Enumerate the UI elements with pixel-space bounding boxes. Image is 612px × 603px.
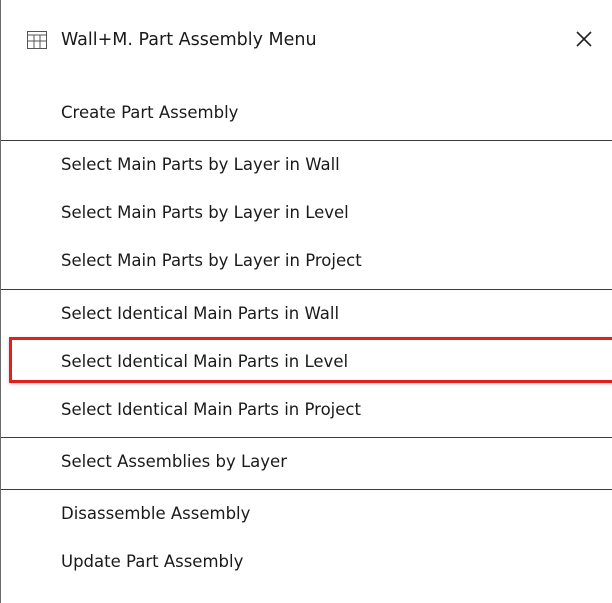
assembly-menu-window: Wall+M. Part Assembly Menu Create Part A… [0, 0, 612, 603]
menu-divider [1, 489, 612, 490]
menu-divider [1, 437, 612, 438]
menu-item-select-main-parts-layer-wall[interactable]: Select Main Parts by Layer in Wall [1, 148, 612, 182]
menu-divider [1, 289, 612, 290]
menu-item-select-identical-main-parts-project[interactable]: Select Identical Main Parts in Project [1, 393, 612, 427]
menu-item-label: Select Main Parts by Layer in Wall [61, 155, 340, 174]
title-bar: Wall+M. Part Assembly Menu [1, 0, 612, 86]
menu-divider [1, 140, 612, 141]
menu-item-label: Create Part Assembly [61, 103, 239, 122]
grid-window-icon [27, 31, 47, 49]
menu-item-select-main-parts-layer-level[interactable]: Select Main Parts by Layer in Level [1, 196, 612, 230]
menu-item-create-part-assembly[interactable]: Create Part Assembly [1, 96, 612, 130]
menu-item-select-identical-main-parts-level[interactable]: Select Identical Main Parts in Level [1, 345, 612, 379]
menu-item-label: Select Identical Main Parts in Wall [61, 304, 340, 323]
menu-item-label: Select Assemblies by Layer [61, 452, 287, 471]
window-title: Wall+M. Part Assembly Menu [61, 30, 317, 50]
menu-item-update-part-assembly[interactable]: Update Part Assembly [1, 545, 612, 579]
menu-item-select-identical-main-parts-wall[interactable]: Select Identical Main Parts in Wall [1, 297, 612, 331]
menu-item-label: Select Main Parts by Layer in Project [61, 251, 362, 270]
menu-item-select-assemblies-by-layer[interactable]: Select Assemblies by Layer [1, 445, 612, 479]
menu-item-label: Select Identical Main Parts in Level [61, 352, 349, 371]
menu-item-label: Update Part Assembly [61, 552, 244, 571]
menu-item-label: Select Main Parts by Layer in Level [61, 203, 349, 222]
menu-item-disassemble-assembly[interactable]: Disassemble Assembly [1, 497, 612, 531]
close-button[interactable] [571, 26, 597, 52]
close-icon [576, 31, 592, 47]
menu-item-label: Disassemble Assembly [61, 504, 251, 523]
menu-item-select-main-parts-layer-project[interactable]: Select Main Parts by Layer in Project [1, 244, 612, 278]
menu-item-label: Select Identical Main Parts in Project [61, 400, 361, 419]
